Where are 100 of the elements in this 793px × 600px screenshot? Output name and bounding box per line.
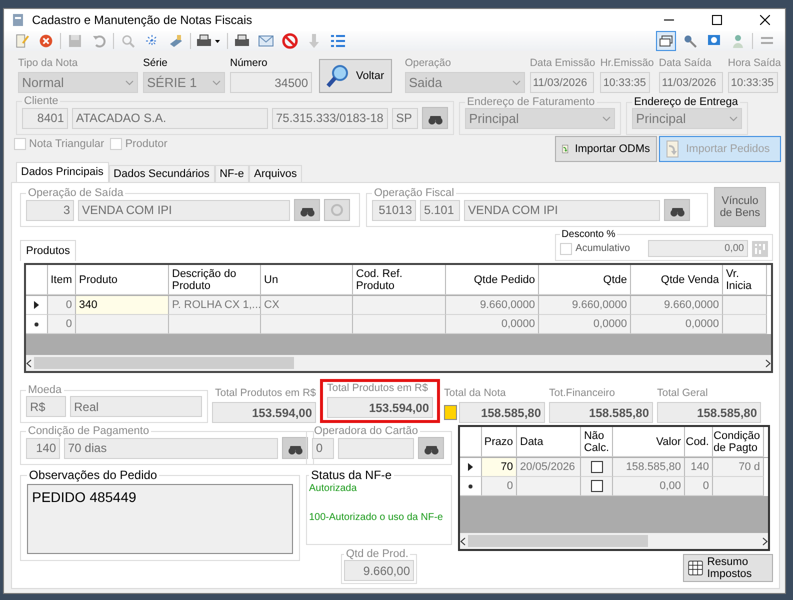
scroll-right-icon[interactable]: [765, 358, 771, 368]
vinculo-button[interactable]: Vínculo de Bens: [714, 187, 766, 227]
column-header[interactable]: Produto: [76, 265, 169, 295]
search-icon: [121, 34, 135, 48]
column-header[interactable]: Vr. Inicia: [723, 265, 767, 295]
scrollbar[interactable]: [460, 533, 768, 549]
text-field[interactable]: 5.101: [420, 200, 460, 220]
column-header[interactable]: Qtde Pedido: [446, 265, 539, 295]
text-field[interactable]: 51013: [372, 200, 416, 220]
table-cell: 0: [48, 315, 76, 334]
field-label: Hr.Emissão: [600, 57, 654, 70]
text-field[interactable]: 153.594,00: [212, 402, 316, 423]
text-field[interactable]: 8401: [22, 108, 68, 128]
column-header[interactable]: Item: [48, 265, 76, 295]
field-label: Tipo da Nota: [18, 57, 79, 70]
scrollbar[interactable]: [26, 355, 771, 371]
table-cell: 9.660,0000: [631, 296, 723, 315]
scroll-left-icon[interactable]: [26, 358, 32, 368]
table-cell: 0: [685, 477, 713, 496]
table-cell: 158.585,80: [613, 458, 685, 477]
text-field[interactable]: 10:33:35: [728, 72, 778, 93]
dropdown[interactable]: Principal: [632, 108, 742, 129]
text-field[interactable]: 0: [312, 438, 334, 458]
key-icon: [683, 34, 697, 48]
text-field[interactable]: [338, 438, 414, 458]
text-field[interactable]: 75.315.333/0183-18: [272, 108, 388, 128]
new-row-icon: [34, 322, 39, 326]
windows-button[interactable]: [656, 31, 676, 51]
group-label: Observações do Pedido: [28, 468, 158, 482]
text-field[interactable]: SP: [392, 108, 418, 128]
checkbox[interactable]: [590, 480, 602, 492]
group-label: Status da NF-e: [310, 468, 393, 482]
block-button[interactable]: [280, 31, 300, 51]
refresh-icon: [330, 203, 344, 217]
column-header[interactable]: Prazo: [482, 427, 517, 457]
tab[interactable]: Dados Principais: [16, 162, 109, 182]
group-label: Endereço de Entrega: [633, 96, 739, 108]
column-header[interactable]: Cod. Ref. Produto: [353, 265, 446, 295]
column-header[interactable]: Qtde Venda: [631, 265, 723, 295]
current-row-icon: [34, 301, 39, 309]
voltar-button[interactable]: Voltar: [319, 59, 392, 93]
column-header[interactable]: Valor: [613, 427, 685, 457]
table-cell: [723, 296, 767, 315]
lookup-button[interactable]: [282, 437, 308, 459]
column-header[interactable]: Un: [261, 265, 353, 295]
text-field[interactable]: ATACADAO S.A.: [72, 108, 268, 128]
text-field[interactable]: 34500: [230, 72, 312, 93]
dropdown[interactable]: Normal: [18, 72, 138, 93]
text-field[interactable]: 3: [26, 200, 74, 220]
dropdown[interactable]: Principal: [465, 108, 615, 129]
text-field[interactable]: 11/03/2026: [530, 72, 594, 93]
tab[interactable]: Dados Secundários: [108, 165, 215, 182]
text-field[interactable]: 0,00: [648, 240, 748, 257]
chevron-icon: [729, 116, 738, 122]
text-field[interactable]: 158.585,80: [549, 402, 653, 423]
lookup-button[interactable]: [418, 437, 444, 459]
text-field[interactable]: Real: [70, 396, 202, 417]
lookup-button[interactable]: [294, 199, 320, 221]
text-field[interactable]: 70 dias: [64, 438, 278, 458]
tab[interactable]: NF-e: [214, 165, 250, 182]
save-icon: [68, 34, 82, 48]
dropdown[interactable]: SÉRIE 1: [143, 72, 225, 93]
lookup-button[interactable]: [422, 107, 448, 129]
table-cell: 140: [685, 458, 713, 477]
text-field[interactable]: R$: [26, 396, 66, 417]
resumo-button[interactable]: Resumo Impostos: [683, 554, 773, 582]
text-field[interactable]: 158.585,80: [459, 402, 545, 423]
printer-icon: [234, 33, 250, 49]
lookup-button[interactable]: [664, 199, 690, 221]
column-header[interactable]: Condição de Pagto: [713, 427, 764, 457]
field-label: Total da Nota: [444, 387, 506, 400]
text-field[interactable]: 158.585,80: [657, 402, 761, 423]
column-header[interactable]: Cod.: [685, 427, 713, 457]
scroll-right-icon[interactable]: [762, 536, 768, 546]
table-cell: 0,0000: [539, 315, 631, 334]
text-field[interactable]: 140: [26, 438, 60, 458]
text-field[interactable]: 9.660,00: [344, 560, 414, 581]
table-cell: 9.660,0000: [446, 296, 539, 315]
notes-field[interactable]: PEDIDO 485449: [27, 484, 293, 554]
text-field[interactable]: VENDA COM IPI: [78, 200, 290, 220]
text-field[interactable]: 10:33:35: [600, 72, 650, 93]
column-header[interactable]: Não Calc.: [581, 427, 613, 457]
column-header[interactable]: Qtde: [539, 265, 631, 295]
text-field[interactable]: 11/03/2026: [658, 72, 723, 93]
checkbox[interactable]: [590, 461, 602, 473]
column-header[interactable]: Data: [517, 427, 581, 457]
field-label: Total Produtos em R$: [327, 382, 429, 395]
table-cell: [713, 477, 764, 496]
scrollbar-thumb[interactable]: [34, 357, 294, 369]
column-header[interactable]: Descrição do Produto: [169, 265, 261, 295]
text-field[interactable]: 153.594,00: [327, 397, 433, 418]
status-swatch: [444, 405, 457, 420]
scrollbar-thumb[interactable]: [468, 535, 648, 547]
text-field[interactable]: VENDA COM IPI: [464, 200, 660, 220]
import-button[interactable]: Importar ODMs: [555, 136, 657, 162]
tab[interactable]: Arquivos: [249, 165, 302, 182]
tab[interactable]: Produtos: [20, 240, 76, 261]
scroll-left-icon[interactable]: [460, 536, 466, 546]
menu-icon: [761, 35, 773, 47]
dropdown[interactable]: Saida: [404, 72, 525, 93]
